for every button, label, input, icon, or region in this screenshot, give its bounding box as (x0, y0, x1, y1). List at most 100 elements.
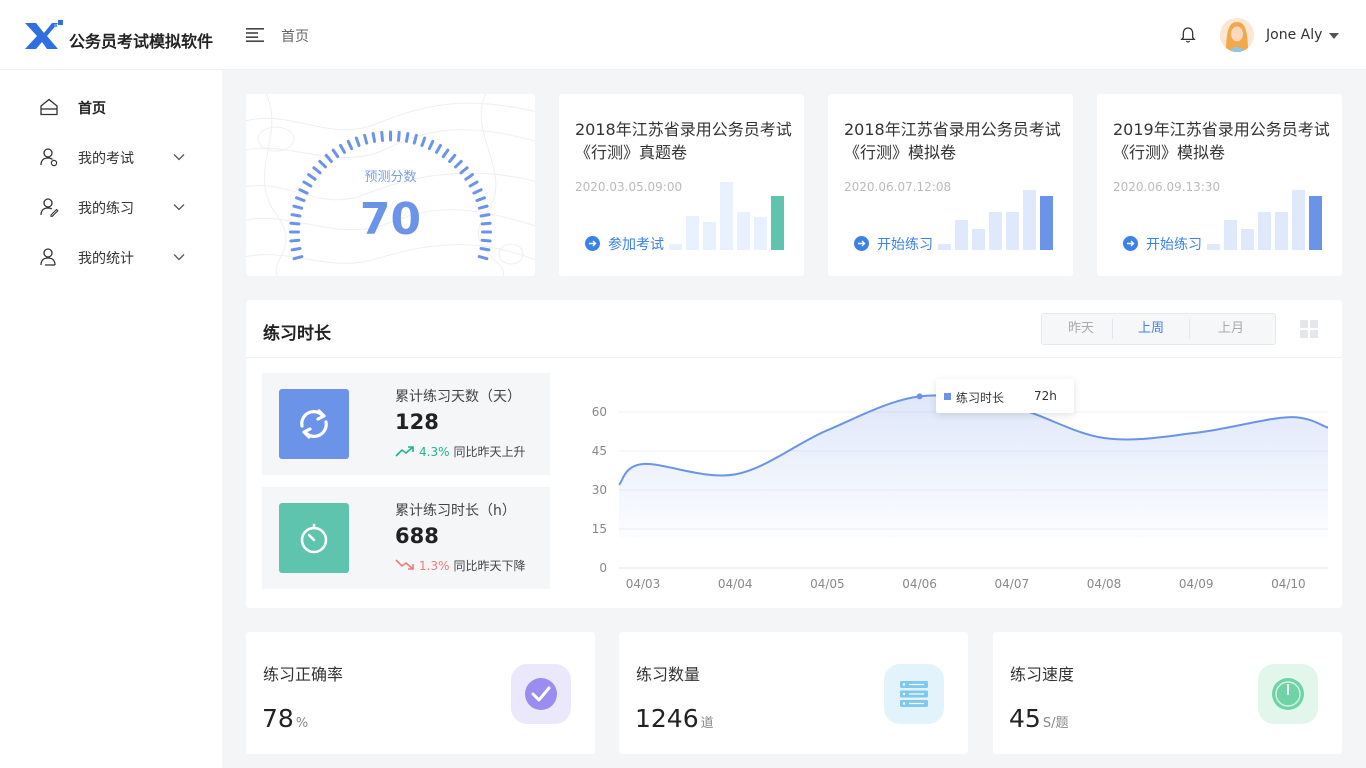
arrow-right-circle-icon (585, 236, 600, 251)
mini-bar (1275, 212, 1288, 250)
exam-mini-bar-chart (1207, 190, 1322, 250)
breadcrumb[interactable]: 首页 (281, 26, 309, 46)
tab-last-month[interactable]: 上月 (1192, 314, 1270, 344)
stat-trend: 1.3% 同比昨天下降 (395, 557, 526, 574)
metric-label: 练习正确率 (263, 665, 344, 684)
y-tick-label: 30 (592, 483, 607, 497)
mini-bar (720, 182, 733, 250)
check-circle-icon (511, 664, 571, 724)
gauge-tick (363, 133, 369, 145)
score-background-pattern (246, 94, 535, 276)
metric-value: 45 S/题 (1009, 704, 1069, 733)
mini-bar (1258, 212, 1271, 250)
mini-bar (972, 229, 985, 250)
sidebar-item-label: 我的练习 (78, 201, 134, 217)
tab-last-week[interactable]: 上周 (1112, 314, 1190, 344)
exam-title: 2018年江苏省录用公务员考试 《行测》模拟卷 (844, 120, 1061, 162)
chevron-down-icon (173, 204, 185, 211)
mini-bar (703, 222, 716, 250)
sidebar-item-home[interactable]: 首页 (0, 87, 222, 127)
sidebar-item-my-stats[interactable]: 我的统计 (0, 237, 222, 277)
sidebar: 首页 我的考试 我的练习 我的统计 (0, 70, 222, 768)
gauge-tick (427, 139, 435, 151)
mini-bar (1292, 190, 1305, 250)
user-exam-icon (40, 148, 58, 167)
panel-header: 练习时长 昨天 上周 上月 (246, 300, 1342, 358)
speedometer-icon (1258, 664, 1318, 724)
metric-quantity: 练习数量 1246 道 (619, 632, 968, 754)
exam-card-2[interactable]: 2018年江苏省录用公务员考试 《行测》模拟卷 2020.06.07.12:08… (828, 94, 1073, 276)
user-stats-icon (40, 248, 56, 266)
y-tick-label: 45 (592, 444, 607, 458)
mini-bar (1006, 212, 1019, 250)
exam-title: 2019年江苏省录用公务员考试 《行测》模拟卷 (1113, 120, 1330, 162)
x-tick-label: 04/04 (718, 577, 753, 591)
metric-accuracy: 练习正确率 78% (246, 632, 595, 754)
user-name[interactable]: Jone Aly (1266, 27, 1322, 43)
practice-duration-panel: 练习时长 昨天 上周 上月 累计练习天数（天） 128 4.3% 同比昨天上升 … (246, 300, 1342, 608)
sidebar-item-my-exams[interactable]: 我的考试 (0, 137, 222, 177)
stat-value: 128 (395, 410, 439, 434)
mini-bar-highlight (771, 196, 784, 250)
user-dropdown-caret-icon[interactable] (1329, 33, 1339, 39)
series-area (619, 395, 1328, 538)
bell-icon[interactable] (1179, 26, 1197, 44)
trend-down-icon (395, 559, 414, 570)
gauge-tick (290, 246, 302, 252)
x-tick-label: 04/08 (1087, 577, 1122, 591)
gauge-tick (435, 143, 442, 154)
sidebar-item-label: 首页 (78, 101, 106, 117)
start-practice-button[interactable]: 开始练习 (1123, 234, 1202, 254)
series-color-swatch (944, 393, 951, 400)
predicted-score-card: 预测分数 70 (246, 94, 535, 276)
refresh-icon (279, 389, 349, 459)
chevron-down-icon (173, 154, 185, 161)
arrow-right-circle-icon (1123, 236, 1138, 251)
start-practice-button[interactable]: 开始练习 (854, 234, 933, 254)
stat-trend: 4.3% 同比昨天上升 (395, 443, 526, 460)
mini-bar (737, 212, 750, 250)
exam-card-3[interactable]: 2019年江苏省录用公务员考试 《行测》模拟卷 2020.06.09.13:30… (1097, 94, 1342, 276)
mini-bar (989, 212, 1002, 250)
mini-bar-highlight (1309, 196, 1322, 250)
chart-tooltip: 练习时长 72h (936, 379, 1074, 413)
mini-bar (686, 216, 699, 250)
user-practice-icon (40, 198, 59, 217)
menu-toggle-icon[interactable] (246, 28, 264, 42)
metric-label: 练习速度 (1010, 665, 1075, 684)
mini-bar (754, 217, 767, 250)
exam-card-1[interactable]: 2018年江苏省录用公务员考试 《行测》真题卷 2020.03.05.09:00… (559, 94, 804, 276)
stat-label: 累计练习天数（天） (395, 389, 521, 405)
gauge-tick (380, 130, 384, 142)
exam-date: 2020.06.09.13:30 (1113, 180, 1221, 194)
chevron-down-icon (173, 254, 185, 261)
stat-total-hours: 累计练习时长（h） 688 1.3% 同比昨天下降 (262, 487, 550, 589)
x-tick-label: 04/07 (995, 577, 1030, 591)
gauge-tick (339, 143, 346, 154)
stat-value: 688 (395, 524, 439, 548)
tab-yesterday[interactable]: 昨天 (1042, 314, 1120, 344)
top-header: 公务员考试模拟软件 首页 Jone Aly (0, 0, 1366, 70)
sidebar-item-label: 我的考试 (78, 151, 134, 167)
sidebar-item-my-practice[interactable]: 我的练习 (0, 187, 222, 227)
metric-value: 78% (262, 704, 309, 733)
mini-bar (1023, 190, 1036, 250)
arrow-right-circle-icon (854, 236, 869, 251)
gauge-tick (397, 130, 401, 142)
database-icon (884, 664, 944, 724)
panel-title: 练习时长 (263, 324, 331, 344)
mini-bar (1224, 220, 1237, 250)
stat-total-days: 累计练习天数（天） 128 4.3% 同比昨天上升 (262, 373, 550, 475)
gauge-tick (371, 132, 377, 143)
metric-label: 练习数量 (636, 665, 701, 684)
exam-date: 2020.06.07.12:08 (844, 180, 952, 194)
stat-label: 累计练习时长（h） (395, 503, 516, 519)
avatar[interactable] (1220, 18, 1254, 52)
gauge-tick (479, 246, 491, 252)
y-tick-label: 15 (592, 522, 607, 536)
y-tick-label: 60 (592, 405, 607, 419)
grid-view-icon[interactable] (1300, 320, 1318, 338)
data-point (916, 393, 923, 400)
join-exam-button[interactable]: 参加考试 (585, 234, 664, 254)
gauge-tick (404, 132, 410, 143)
